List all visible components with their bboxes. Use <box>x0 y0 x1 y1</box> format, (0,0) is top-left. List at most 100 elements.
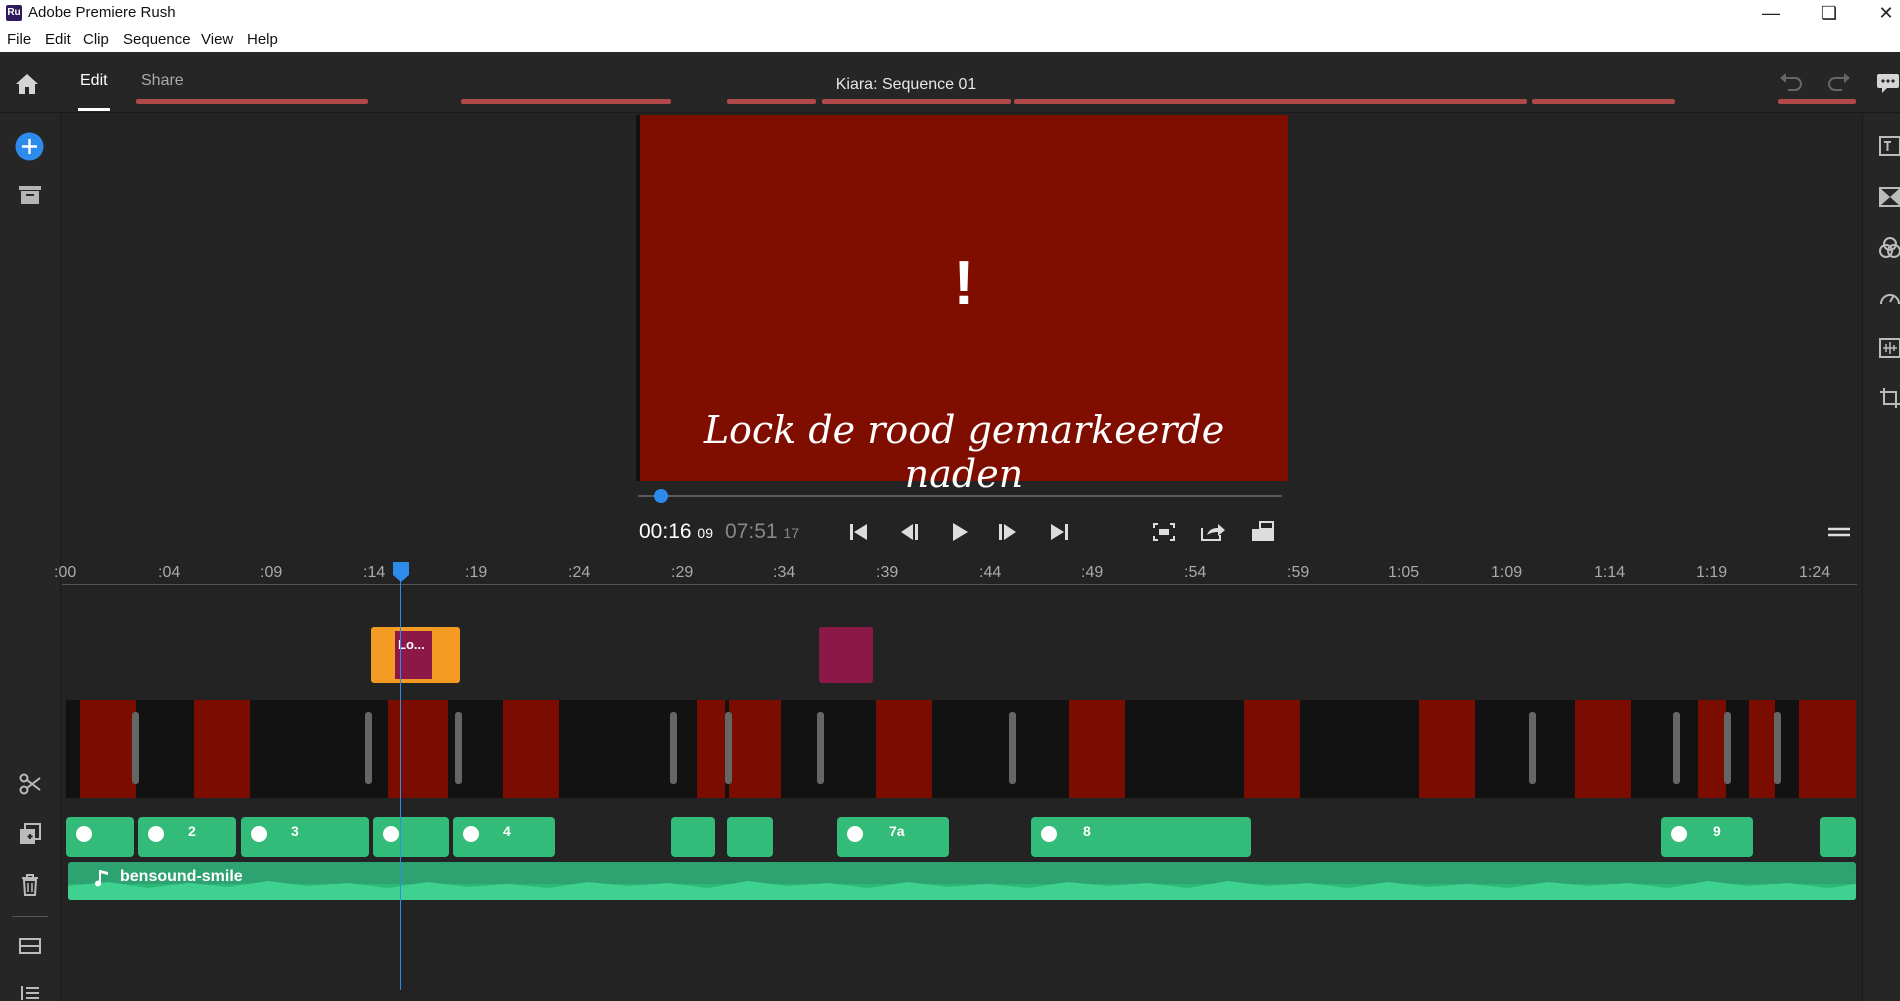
audio-clip[interactable] <box>373 817 449 857</box>
audio-icon[interactable] <box>1879 338 1900 358</box>
redo-icon[interactable] <box>1826 72 1852 92</box>
voice-icon <box>383 826 399 842</box>
ruler-tick: :29 <box>671 564 694 581</box>
color-icon[interactable] <box>1879 237 1900 259</box>
video-clip[interactable] <box>1749 700 1775 798</box>
project-assets-icon[interactable] <box>18 185 42 205</box>
video-clip[interactable] <box>729 700 781 798</box>
duplicate-icon[interactable] <box>19 823 41 845</box>
ruler-tick: :44 <box>979 564 1002 581</box>
speed-icon[interactable] <box>1879 288 1900 306</box>
video-clip[interactable] <box>1698 700 1726 798</box>
music-clip[interactable]: bensound-smile <box>68 862 1856 900</box>
video-clip[interactable] <box>697 700 725 798</box>
panel-toggle-icon[interactable] <box>1825 520 1853 544</box>
audio-clip[interactable] <box>1820 817 1856 857</box>
aspect-ratio-icon[interactable] <box>1249 520 1277 544</box>
title-clip[interactable] <box>819 627 873 683</box>
audio-clip[interactable]: 8 <box>1031 817 1251 857</box>
video-track[interactable] <box>66 700 1856 798</box>
split-scissors-icon[interactable] <box>19 773 41 795</box>
video-preview[interactable]: ! Lock de rood gemarkeerde naden <box>636 115 1288 496</box>
current-timecode: 00:16 09 <box>639 520 713 544</box>
clip-handle[interactable] <box>1529 712 1536 784</box>
step-forward-icon[interactable] <box>994 520 1022 544</box>
audio-clip-label: 8 <box>1083 823 1091 839</box>
clip-handle[interactable] <box>455 712 462 784</box>
transitions-icon[interactable] <box>1879 187 1900 207</box>
timeline-ruler[interactable]: :00 :04 :09 :14 :19 :24 :29 :34 :39 :44 … <box>54 560 1857 585</box>
clip-handle[interactable] <box>1009 712 1016 784</box>
add-media-icon[interactable] <box>15 132 44 161</box>
tab-edit-indicator <box>78 108 110 111</box>
list-view-icon[interactable] <box>20 985 40 1001</box>
preview-caption: Lock de rood gemarkeerde naden <box>703 408 1225 496</box>
go-to-end-icon[interactable] <box>1045 520 1073 544</box>
go-to-start-icon[interactable] <box>845 520 873 544</box>
voice-icon <box>847 826 863 842</box>
step-back-icon[interactable] <box>895 520 923 544</box>
music-clip-label: bensound-smile <box>120 868 243 885</box>
preview-scrub-handle[interactable] <box>653 489 668 503</box>
crop-transform-icon[interactable] <box>1879 387 1900 409</box>
right-toolbar <box>1862 113 1900 1001</box>
video-clip[interactable] <box>1419 700 1475 798</box>
ruler-tick: 1:14 <box>1594 564 1626 581</box>
undo-icon[interactable] <box>1778 72 1804 92</box>
clip-handle[interactable] <box>1673 712 1680 784</box>
audio-clip[interactable]: 3 <box>241 817 369 857</box>
video-clip[interactable] <box>194 700 250 798</box>
video-clip[interactable] <box>1069 700 1125 798</box>
app-logo: Ru <box>6 5 22 21</box>
menu-file[interactable]: File <box>7 31 31 48</box>
audio-clip[interactable]: 7a <box>837 817 949 857</box>
clip-handle[interactable] <box>1724 712 1731 784</box>
audio-clip[interactable]: 4 <box>453 817 555 857</box>
video-clip[interactable] <box>1575 700 1631 798</box>
menu-clip[interactable]: Clip <box>83 31 109 48</box>
audio-clip[interactable] <box>727 817 773 857</box>
close-button[interactable]: ✕ <box>1858 0 1900 27</box>
audio-clip[interactable] <box>66 817 134 857</box>
clip-handle[interactable] <box>132 712 139 784</box>
menu-help[interactable]: Help <box>247 31 278 48</box>
preview-scrubber[interactable] <box>638 495 1282 497</box>
fit-screen-icon[interactable] <box>1150 520 1178 544</box>
audio-clip[interactable]: 9 <box>1661 817 1753 857</box>
minimize-button[interactable]: — <box>1743 0 1799 27</box>
audio-clip[interactable] <box>671 817 715 857</box>
play-icon[interactable] <box>946 520 974 544</box>
restore-button[interactable]: ❏ <box>1801 0 1857 27</box>
ruler-tick: :39 <box>876 564 899 581</box>
audio-clip[interactable]: 2 <box>138 817 236 857</box>
ruler-tick: :54 <box>1184 564 1207 581</box>
comments-icon[interactable] <box>1876 72 1900 94</box>
ruler-tick: 1:09 <box>1491 564 1523 581</box>
clip-range-bar <box>136 99 368 104</box>
video-clip[interactable] <box>388 700 448 798</box>
menu-view[interactable]: View <box>201 31 233 48</box>
playhead-handle[interactable] <box>392 561 410 583</box>
clip-range-bar <box>461 99 671 104</box>
video-clip[interactable] <box>1799 700 1856 798</box>
clip-handle[interactable] <box>365 712 372 784</box>
video-clip[interactable] <box>1244 700 1300 798</box>
clip-handle[interactable] <box>1774 712 1781 784</box>
clip-handle[interactable] <box>725 712 732 784</box>
delete-icon[interactable] <box>20 874 40 896</box>
voice-icon <box>1041 826 1057 842</box>
clip-handle[interactable] <box>817 712 824 784</box>
clip-handle[interactable] <box>670 712 677 784</box>
video-clip[interactable] <box>876 700 932 798</box>
audio-clip-label: 3 <box>291 823 299 839</box>
total-frames: 17 <box>783 525 799 541</box>
track-controls-icon[interactable] <box>19 938 41 954</box>
title-clip-selected[interactable]: Lo... <box>371 627 460 683</box>
menu-edit[interactable]: Edit <box>45 31 71 48</box>
audio-clip-label: 9 <box>1713 823 1721 839</box>
share-frame-icon[interactable] <box>1199 520 1227 544</box>
menu-sequence[interactable]: Sequence <box>123 31 191 48</box>
titles-icon[interactable] <box>1879 136 1900 156</box>
video-clip[interactable] <box>80 700 136 798</box>
video-clip[interactable] <box>503 700 559 798</box>
